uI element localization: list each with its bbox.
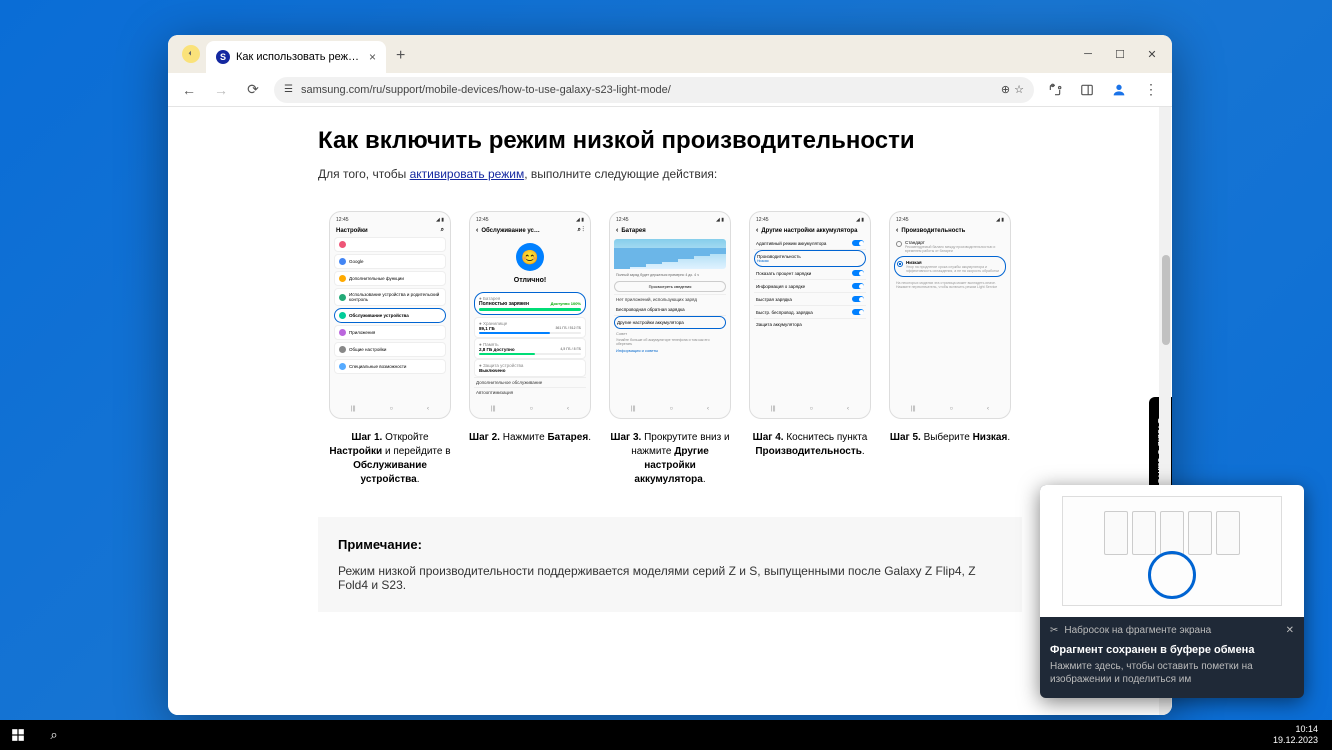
url-text: samsung.com/ru/support/mobile-devices/ho… (301, 84, 671, 96)
phone-screenshot-5: 12:45◢ ▮ ‹Производительность СтандартРек… (889, 211, 1011, 419)
note-title: Примечание: (338, 537, 1002, 552)
tab-close-icon[interactable]: × (369, 50, 376, 64)
phone-screenshot-3: 12:45◢ ▮ ‹Батарея Полный заряд будет дер… (609, 211, 731, 419)
step-caption: Шаг 2. Нажмите Батарея. (469, 431, 591, 445)
notification-text: Нажмите здесь, чтобы оставить пометки на… (1050, 660, 1294, 686)
back-button[interactable]: ← (178, 79, 200, 101)
note-box: Примечание: Режим низкой производительно… (318, 517, 1022, 612)
forward-button[interactable]: → (210, 79, 232, 101)
minimize-button[interactable]: ─ (1074, 43, 1102, 65)
highlight-circle-icon (1148, 551, 1196, 599)
browser-tab[interactable]: S Как использовать режим низк × (206, 41, 386, 73)
intro-text: Для того, чтобы активировать режим, выпо… (318, 167, 1022, 181)
step-caption: Шаг 3. Прокрутите вниз и нажмите Другие … (609, 431, 731, 487)
favicon-icon: S (216, 50, 230, 64)
profile-icon[interactable] (1108, 79, 1130, 101)
extensions-icon[interactable] (1044, 79, 1066, 101)
step-3: 12:45◢ ▮ ‹Батарея Полный заряд будет дер… (609, 211, 731, 487)
intro-link[interactable]: активировать режим (410, 167, 525, 181)
snip-app-icon: ✂ (1050, 625, 1058, 636)
notification-close-icon[interactable]: ✕ (1286, 625, 1294, 636)
menu-icon[interactable]: ⋮ (1140, 79, 1162, 101)
step-caption: Шаг 1. Откройте Настройки и перейдите в … (329, 431, 451, 487)
url-field[interactable]: ☰ samsung.com/ru/support/mobile-devices/… (274, 77, 1034, 103)
notification-preview (1040, 485, 1304, 617)
note-text: Режим низкой производительности поддержи… (338, 564, 1002, 592)
step-1: 12:45◢ ▮ Настройки⌕ Google Дополнительны… (329, 211, 451, 487)
notification-title: Фрагмент сохранен в буфере обмена (1050, 644, 1294, 656)
window-controls: ─ ☐ ✕ (1074, 43, 1166, 65)
address-bar: ← → ⟳ ☰ samsung.com/ru/support/mobile-de… (168, 73, 1172, 107)
tab-strip: S Как использовать режим низк × + (168, 35, 1172, 73)
tab-group-marker[interactable] (182, 45, 200, 63)
step-5: 12:45◢ ▮ ‹Производительность СтандартРек… (889, 211, 1011, 487)
page-heading: Как включить режим низкой производительн… (318, 127, 1022, 155)
scrollbar-thumb[interactable] (1162, 255, 1170, 345)
side-panel-icon[interactable] (1076, 79, 1098, 101)
phone-screenshot-2: 12:45◢ ▮ ‹Обслуживание ус…⌕ ⋮ 😊 Отлично!… (469, 211, 591, 419)
smiley-icon: 😊 (516, 243, 544, 271)
step-caption: Шаг 5. Выберите Низкая. (890, 431, 1010, 445)
start-button[interactable] (0, 720, 36, 750)
maximize-button[interactable]: ☐ (1106, 43, 1134, 65)
step-4: 12:45◢ ▮ ‹Другие настройки аккумулятора … (749, 211, 871, 487)
clock-date: 19.12.2023 (1273, 735, 1318, 746)
site-info-icon[interactable]: ☰ (284, 84, 293, 95)
zoom-icon[interactable]: ⊕ (1001, 83, 1010, 96)
browser-window: S Как использовать режим низк × + ─ ☐ ✕ … (168, 35, 1172, 715)
content-area: Как включить режим низкой производительн… (168, 107, 1172, 715)
search-button[interactable]: ⌕ (36, 720, 72, 750)
clock-time: 10:14 (1273, 724, 1318, 735)
reload-button[interactable]: ⟳ (242, 79, 264, 101)
bookmark-icon[interactable]: ☆ (1014, 83, 1024, 96)
phone-screenshot-4: 12:45◢ ▮ ‹Другие настройки аккумулятора … (749, 211, 871, 419)
search-icon: ⌕ (441, 227, 444, 234)
new-tab-button[interactable]: + (386, 47, 415, 65)
taskbar: ⌕ 10:14 19.12.2023 (0, 720, 1332, 750)
phone-screenshot-1: 12:45◢ ▮ Настройки⌕ Google Дополнительны… (329, 211, 451, 419)
system-tray[interactable]: 10:14 19.12.2023 (1273, 724, 1332, 746)
tab-title: Как использовать режим низк (236, 51, 363, 63)
snip-notification[interactable]: ✂ Набросок на фрагменте экрана ✕ Фрагмен… (1040, 485, 1304, 698)
step-2: 12:45◢ ▮ ‹Обслуживание ус…⌕ ⋮ 😊 Отлично!… (469, 211, 591, 487)
step-caption: Шаг 4. Коснитесь пункта Производительнос… (749, 431, 871, 459)
steps-row: 12:45◢ ▮ Настройки⌕ Google Дополнительны… (318, 211, 1022, 487)
notification-app-name: Набросок на фрагменте экрана (1064, 625, 1211, 636)
close-window-button[interactable]: ✕ (1138, 43, 1166, 65)
